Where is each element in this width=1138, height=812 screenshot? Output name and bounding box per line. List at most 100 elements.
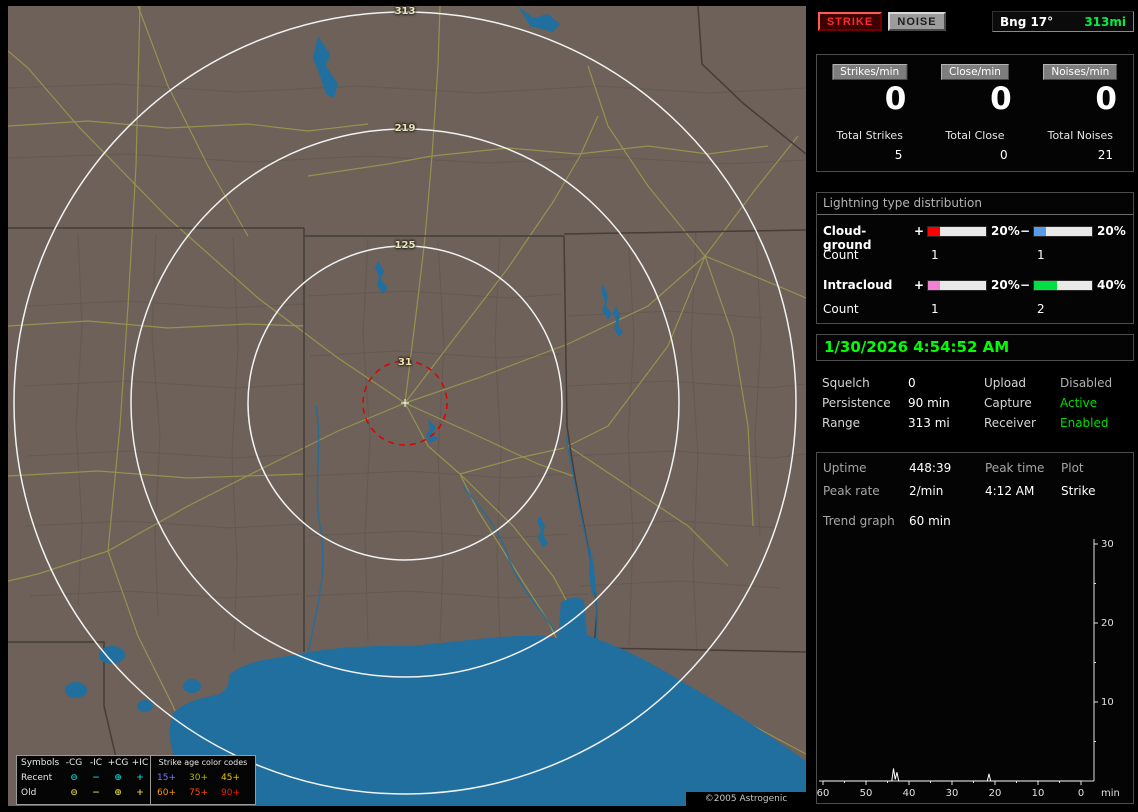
peak-time-value: 4:12 AM bbox=[985, 484, 1035, 498]
range-ring-label: 219 bbox=[394, 123, 416, 134]
count-label: Count bbox=[823, 248, 859, 262]
plot-label: Plot bbox=[1061, 461, 1084, 475]
cloud-ground-negative-bar bbox=[1033, 226, 1093, 237]
date-time-display: 1/30/2026 4:54:52 AM bbox=[824, 338, 1010, 356]
peak-rate-label: Peak rate bbox=[823, 484, 880, 498]
distribution-title: Lightning type distribution bbox=[817, 196, 1133, 215]
minus-sign: − bbox=[1019, 224, 1031, 238]
age-code-30: 30+ bbox=[189, 773, 208, 783]
lightning-map[interactable]: 313 219 125 31 Symbols -CG -IC +CG +IC S… bbox=[8, 6, 806, 806]
persistence-label: Persistence bbox=[822, 396, 891, 410]
svg-text:40: 40 bbox=[903, 788, 916, 799]
plus-sign: + bbox=[913, 278, 925, 292]
range-ring-label: 31 bbox=[398, 357, 412, 368]
count-label: Count bbox=[823, 302, 859, 316]
legend-col-pos-ic: +IC bbox=[131, 758, 149, 768]
pos-ic-old-icon: + bbox=[136, 788, 144, 798]
peak-time-label: Peak time bbox=[985, 461, 1045, 475]
svg-text:10: 10 bbox=[1101, 697, 1114, 708]
range-value: 313mi bbox=[1084, 14, 1126, 29]
capture-status: Active bbox=[1060, 396, 1098, 410]
total-strikes-value: 5 bbox=[894, 148, 903, 162]
intracloud-positive-bar bbox=[927, 280, 987, 291]
intracloud-positive-count: 1 bbox=[931, 302, 939, 316]
lightning-distribution-box: Lightning type distribution Cloud-ground… bbox=[816, 192, 1134, 324]
legend-age-title: Strike age color codes bbox=[158, 758, 248, 767]
pos-cg-old-icon: ⊕ bbox=[114, 788, 122, 798]
svg-text:50: 50 bbox=[860, 788, 873, 799]
intracloud-count-row: Count 1 2 bbox=[817, 302, 1133, 317]
cloud-ground-negative-count: 1 bbox=[1037, 248, 1045, 262]
plus-sign: + bbox=[913, 224, 925, 238]
strike-indicator-button[interactable]: STRIKE bbox=[818, 12, 882, 31]
svg-text:0: 0 bbox=[1078, 788, 1084, 799]
noises-per-min-counter: Noises/min 0 Total Noises 21 bbox=[1028, 55, 1133, 171]
trend-graph: 60 50 40 30 20 10 0 10 20 30 min bbox=[817, 539, 1120, 799]
total-strikes-label: Total Strikes bbox=[836, 129, 903, 142]
svg-text:30: 30 bbox=[946, 788, 959, 799]
age-code-90: 90+ bbox=[221, 788, 240, 798]
upload-label: Upload bbox=[984, 376, 1027, 390]
stats-trend-box: Uptime 448:39 Peak time Plot Peak rate 2… bbox=[816, 452, 1134, 804]
intracloud-negative-count: 2 bbox=[1037, 302, 1045, 316]
neg-ic-old-icon: − bbox=[92, 788, 100, 798]
nexstorm-window: 313 219 1 2 5 31 Symbols -CG -IC +CG +IC S… bbox=[0, 0, 1138, 812]
legend-col-neg-ic: -IC bbox=[89, 758, 103, 768]
noise-indicator-button[interactable]: NOISE bbox=[888, 12, 946, 31]
intracloud-negative-bar bbox=[1033, 280, 1093, 291]
close-per-min-counter: Close/min 0 Total Close 0 bbox=[922, 55, 1027, 171]
total-close-value: 0 bbox=[1000, 148, 1008, 162]
upload-status: Disabled bbox=[1060, 376, 1113, 390]
range-ring-label: 313 bbox=[394, 6, 416, 17]
noises-per-min-button[interactable]: Noises/min bbox=[1043, 64, 1118, 80]
legend-symbols-title: Symbols bbox=[21, 758, 60, 768]
squelch-label: Squelch bbox=[822, 376, 870, 390]
intracloud-negative-pct: 40% bbox=[1097, 278, 1126, 292]
age-code-15: 15+ bbox=[157, 773, 176, 783]
capture-label: Capture bbox=[984, 396, 1032, 410]
age-code-60: 60+ bbox=[157, 788, 176, 798]
bearing-value: Bng 17° bbox=[1000, 14, 1054, 29]
noises-per-min-value: 0 bbox=[1095, 81, 1117, 117]
strikes-per-min-counter: Strikes/min 0 Total Strikes 5 bbox=[817, 55, 922, 171]
age-code-75: 75+ bbox=[189, 788, 208, 798]
legend-row-old-label: Old bbox=[21, 788, 37, 798]
intracloud-label: Intracloud bbox=[823, 278, 893, 292]
bearing-range-display: Bng 17° 313mi bbox=[992, 11, 1134, 32]
squelch-value: 0 bbox=[908, 376, 916, 390]
range-setting-value: 313 mi bbox=[908, 416, 950, 430]
status-panel: STRIKE NOISE Bng 17° 313mi Strikes/min 0… bbox=[814, 0, 1138, 812]
strikes-per-min-value: 0 bbox=[884, 81, 907, 117]
pos-cg-recent-icon: ⊕ bbox=[114, 773, 122, 783]
receiver-status-grid: Squelch 0 Upload Disabled Persistence 90… bbox=[816, 372, 1134, 436]
plot-mode-value: Strike bbox=[1061, 484, 1096, 498]
close-per-min-value: 0 bbox=[990, 81, 1012, 117]
range-label: Range bbox=[822, 416, 861, 430]
minus-sign: − bbox=[1019, 278, 1031, 292]
receiver-label: Receiver bbox=[984, 416, 1036, 430]
close-per-min-button[interactable]: Close/min bbox=[941, 64, 1009, 80]
svg-text:10: 10 bbox=[1032, 788, 1045, 799]
copyright-text: ©2005 Astrogenic Systems bbox=[686, 792, 806, 806]
pos-ic-recent-icon: + bbox=[136, 773, 144, 783]
neg-cg-recent-icon: ⊖ bbox=[70, 773, 78, 783]
rate-counters-box: Strikes/min 0 Total Strikes 5 Close/min … bbox=[816, 54, 1134, 172]
trend-graph-label: Trend graph bbox=[823, 514, 895, 528]
cloud-ground-positive-count: 1 bbox=[931, 248, 939, 262]
svg-text:20: 20 bbox=[1101, 618, 1114, 629]
receiver-status: Enabled bbox=[1060, 416, 1109, 430]
map-legend: Symbols -CG -IC +CG +IC Strike age color… bbox=[16, 755, 256, 805]
legend-col-neg-cg: -CG bbox=[65, 758, 83, 768]
svg-text:20: 20 bbox=[989, 788, 1002, 799]
neg-cg-old-icon: ⊖ bbox=[70, 788, 78, 798]
uptime-value: 448:39 bbox=[909, 461, 952, 475]
persistence-value: 90 min bbox=[908, 396, 950, 410]
strikes-per-min-button[interactable]: Strikes/min bbox=[832, 64, 908, 80]
total-noises-label: Total Noises bbox=[1047, 129, 1114, 142]
legend-row-recent-label: Recent bbox=[21, 773, 53, 783]
total-noises-value: 21 bbox=[1097, 148, 1113, 162]
cloud-ground-row: Cloud-ground + 20% − 20% bbox=[817, 224, 1133, 252]
uptime-label: Uptime bbox=[823, 461, 867, 475]
age-code-45: 45+ bbox=[221, 773, 240, 783]
cloud-ground-positive-bar bbox=[927, 226, 987, 237]
